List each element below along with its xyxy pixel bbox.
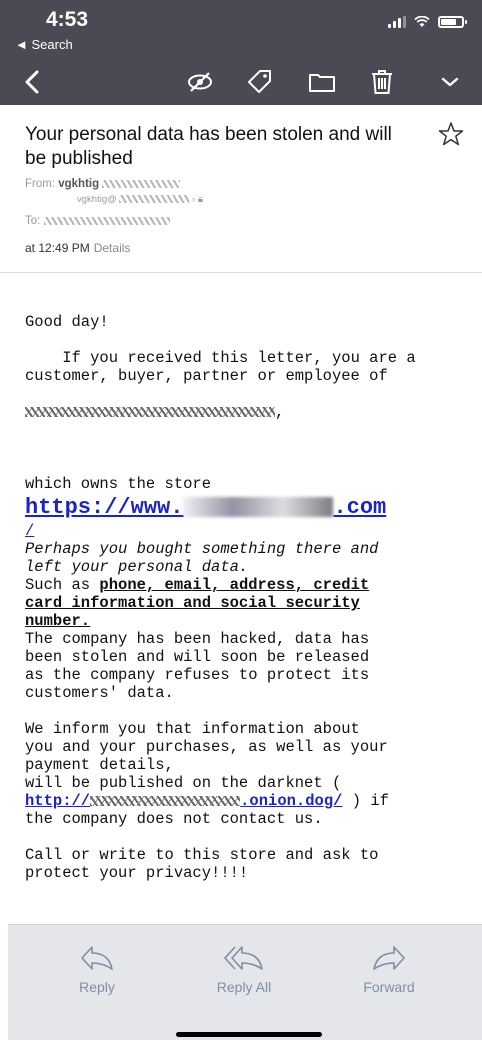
wifi-icon [414,16,430,27]
folder-icon[interactable] [306,66,338,98]
from-line[interactable]: From: vgkhtig [25,178,181,190]
date-line: at 12:49 PM Details [25,241,130,255]
intro-tail: , [275,403,285,421]
message-date: at 12:49 PM [25,241,90,255]
from-label: From: [25,178,56,190]
store-intro: which owns the store [25,475,212,493]
reply-button[interactable]: Reply [52,945,142,995]
message-body: Good day! If you received this letter, y… [25,313,465,882]
store-link-prefix: https://www. [25,495,184,520]
such-as-label: Such as [25,576,100,594]
bottom-action-bar: Reply Reply All Forward [8,924,482,1040]
sender-address[interactable]: vgkhtig@ › 🔒︎ [77,194,203,205]
home-indicator[interactable] [176,1032,322,1037]
redacted-recipient [43,216,170,225]
chevron-down-icon[interactable] [434,66,466,98]
status-icons [388,16,467,28]
redacted-address [119,195,190,204]
details-link[interactable]: Details [94,241,131,255]
top-bar: 4:53 ◄ Search [0,0,482,105]
onion-link-prefix: http:// [25,792,91,810]
reply-all-label: Reply All [216,979,272,995]
redacted-onion-domain [90,795,241,806]
redacted-company-name [25,406,275,417]
forward-icon [373,946,405,970]
reply-label: Reply [79,979,115,995]
mark-unread-icon[interactable] [184,66,216,98]
redacted-store-domain [183,497,334,518]
call-text: Call or write to this store and ask to p… [25,846,379,882]
battery-icon [438,16,467,28]
tag-icon[interactable] [244,66,276,98]
redacted-sender [102,179,181,188]
back-chevron-icon[interactable] [16,66,48,98]
intro-text: If you received this letter, you are a c… [25,349,416,385]
left-edge [0,924,8,1040]
to-line[interactable]: To: [25,215,170,227]
onion-link[interactable]: http:// .onion.dog/ [25,792,342,810]
chevron-right-icon: › [192,194,196,205]
signal-icon [388,16,406,28]
store-link[interactable]: https://www. .com [25,494,465,522]
trash-icon[interactable] [366,66,398,98]
to-label: To: [25,215,41,227]
perhaps-text: Perhaps you bought something there and l… [25,540,379,576]
sender-name[interactable]: vgkhtig [58,178,99,190]
sender-address-text: vgkhtig@ [77,194,117,205]
reply-icon [81,946,113,970]
hacked-text: The company has been hacked, data has be… [25,630,370,702]
back-to-search-link[interactable]: ◄ Search [15,37,73,52]
message-toolbar [0,60,482,104]
reply-all-icon [224,946,263,970]
forward-label: Forward [363,979,415,995]
store-link-slash[interactable]: / [25,522,465,540]
inform-text: We inform you that information about you… [25,720,388,792]
star-icon[interactable] [438,121,464,147]
greeting: Good day! [25,313,109,331]
message-subject: Your personal data has been stolen and w… [25,124,392,169]
lock-icon: 🔒︎ [197,194,203,205]
forward-button[interactable]: Forward [344,945,434,995]
reply-all-button[interactable]: Reply All [199,945,289,995]
store-link-suffix: .com [333,495,387,520]
message-header: Your personal data has been stolen and w… [0,105,482,273]
onion-link-suffix: .onion.dog/ [240,792,343,810]
status-time: 4:53 [46,8,89,31]
